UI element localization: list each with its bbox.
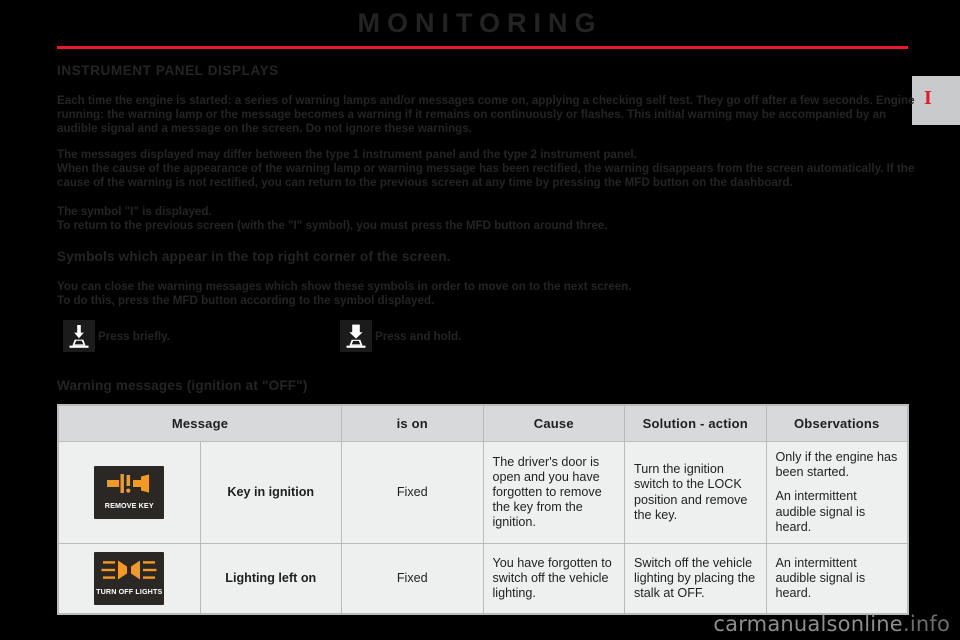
remove-key-lamp-icon: REMOVE KEY [94,466,165,519]
table-header-row: Message is on Cause Solution - action Ob… [58,405,908,442]
is-on-cell: Fixed [341,440,484,545]
header-rule [57,46,908,49]
message-cell: Lighting left on [199,543,342,615]
table-row: REMOVE KEY Key in ignition Fixed The dri… [58,440,908,545]
press-and-hold-label: Press and hold. [375,329,462,343]
press-briefly-item: Press briefly. [63,320,170,352]
page-title: MONITORING [357,8,603,38]
paragraph-instrument-intro: Each time the engine is started: a serie… [57,94,915,136]
warning-lamp-cell: TURN OFF LIGHTS [58,543,201,615]
paragraph-close-warning-messages: You can close the warning messages which… [57,280,632,293]
warning-messages-table-wrapper: Message is on Cause Solution - action Ob… [57,404,909,616]
watermark-text: carmanualsonline [713,612,903,636]
watermark-suffix: .info [902,612,950,636]
chapter-tab: I [912,76,960,125]
chapter-tab-marker: I [924,87,932,109]
section-heading-warning-messages: Warning messages (ignition at "OFF") [57,378,308,393]
cause-cell: The driver's door is open and you have f… [482,440,625,545]
turn-off-lights-caption: TURN OFF LIGHTS [96,586,163,596]
paragraph-message-types: The messages displayed may differ betwee… [57,148,637,161]
press-and-hold-icon [340,320,372,352]
warning-lamp-cell: REMOVE KEY [58,440,201,545]
paragraph-return-previous-screen: To return to the previous screen (with t… [57,219,608,232]
message-cell: Key in ignition [199,440,342,545]
paragraph-warning-rectified: When the cause of the appearance of the … [57,162,915,190]
observations-cell: An intermittent audible signal is heard. [765,543,908,615]
column-header-is-on: is on [341,405,484,442]
solution-cell: Switch off the vehicle lighting by placi… [624,543,767,615]
paragraph-symbol-displayed: The symbol "I" is displayed. [57,205,212,218]
observation-line: An intermittent audible signal is heard. [775,489,866,534]
observations-cell: Only if the engine has been started. An … [765,440,908,545]
remove-key-caption: REMOVE KEY [104,500,154,510]
column-header-observations: Observations [765,405,908,442]
paragraph-press-mfd-button: To do this, press the MFD button accordi… [57,294,435,307]
column-header-solution-action: Solution - action [624,405,767,442]
is-on-cell: Fixed [341,543,484,615]
section-heading-symbols: Symbols which appear in the top right co… [57,249,451,264]
table-row: TURN OFF LIGHTS Lighting left on Fixed Y… [58,543,908,615]
cause-cell: You have forgotten to switch off the veh… [482,543,625,615]
section-heading-instrument-panel-displays: INSTRUMENT PANEL DISPLAYS [57,63,279,78]
press-briefly-label: Press briefly. [98,329,170,343]
press-symbols-row: Press briefly. Press and hold. [57,320,757,354]
watermark: carmanualsonline.info [713,612,950,636]
turn-off-lights-lamp-icon: TURN OFF LIGHTS [94,552,165,606]
press-briefly-icon [63,320,95,352]
column-header-message: Message [58,405,342,442]
manual-page: MONITORING I INSTRUMENT PANEL DISPLAYS E… [0,0,960,640]
key-warning-glyph [103,472,155,496]
warning-messages-table: Message is on Cause Solution - action Ob… [58,405,908,615]
solution-cell: Turn the ignition switch to the LOCK pos… [624,440,767,545]
lights-warning-glyph [101,558,157,582]
observation-line: Only if the engine has been started. [775,450,898,480]
column-header-cause: Cause [482,405,625,442]
press-and-hold-item: Press and hold. [340,320,461,352]
observation-line: An intermittent audible signal is heard. [775,555,866,601]
